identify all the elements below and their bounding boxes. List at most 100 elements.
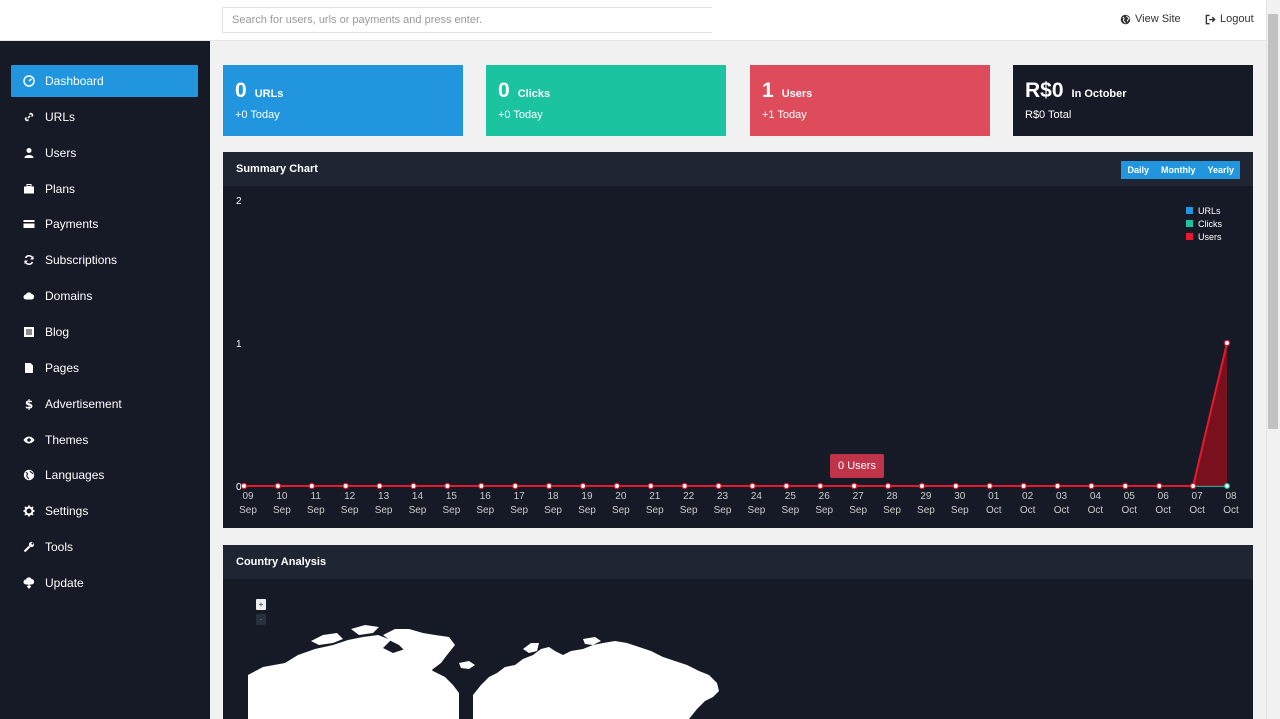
sidebar-item-label: Domains <box>45 289 93 304</box>
sidebar-item-blog[interactable]: Blog <box>11 316 198 348</box>
stat-urls: 0 URLs +0 Today <box>223 65 463 136</box>
world-map[interactable] <box>223 545 1253 719</box>
sidebar-item-dashboard[interactable]: Dashboard <box>11 65 198 97</box>
gear-icon <box>23 505 35 517</box>
data-point-users <box>579 482 587 490</box>
x-tick-day: 08 <box>1225 491 1237 502</box>
briefcase-icon <box>23 183 35 195</box>
x-tick-day: 13 <box>378 491 390 502</box>
x-tick-month: Sep <box>917 505 935 516</box>
x-tick-day: 03 <box>1056 491 1068 502</box>
data-point-users <box>613 482 621 490</box>
summary-chart: 01209Sep10Sep11Sep12Sep13Sep14Sep15Sep16… <box>236 196 1239 516</box>
x-tick-month: Sep <box>544 505 562 516</box>
sidebar-item-tools[interactable]: Tools <box>11 531 198 563</box>
legend-swatch-urls <box>1186 207 1193 214</box>
sidebar-item-label: Blog <box>45 324 70 339</box>
data-point-users <box>410 482 417 490</box>
dollar-icon: $ <box>23 398 35 410</box>
stat-sub: +0 Today <box>235 109 280 121</box>
summary-chart-panel: Summary Chart Daily Monthly Yearly 0 1 2 09… <box>223 152 1253 528</box>
x-tick-day: 04 <box>1090 491 1102 502</box>
sidebar-item-payments[interactable]: Payments <box>11 208 198 240</box>
data-point-users <box>1122 482 1129 490</box>
x-tick-day: 05 <box>1124 491 1136 502</box>
x-tick-day: 14 <box>412 491 424 502</box>
data-point-users <box>342 482 349 490</box>
x-tick-month: Oct <box>1223 505 1239 516</box>
sidebar-item-domains[interactable]: Domains <box>11 280 198 312</box>
data-point-clicks-last <box>1223 483 1230 490</box>
view-site-label: View Site <box>1135 13 1181 25</box>
sidebar-item-urls[interactable]: URLs <box>11 101 198 133</box>
sidebar-item-languages[interactable]: Languages <box>11 459 198 491</box>
summary-chart-header: Summary Chart Daily Monthly Yearly <box>223 152 1253 186</box>
daily-button[interactable]: Daily <box>1121 161 1155 179</box>
data-point-users <box>783 482 790 490</box>
stat-value: 0 <box>498 79 510 102</box>
sidebar-item-pages[interactable]: Pages <box>11 352 198 384</box>
x-tick-day: 10 <box>276 491 288 502</box>
sidebar-item-label: Tools <box>45 540 74 555</box>
country-analysis-panel: Country Analysis + - <box>223 545 1253 719</box>
sidebar-item-update[interactable]: Update <box>11 567 198 599</box>
search-input[interactable] <box>222 7 712 33</box>
data-point-users <box>274 482 282 490</box>
x-tick-month: Sep <box>273 505 291 516</box>
sidebar-item-label: Advertisement <box>45 396 122 411</box>
legend-label-clicks: Clicks <box>1198 219 1222 229</box>
x-tick-month: Oct <box>1020 505 1036 516</box>
stat-sub: +0 Today <box>498 109 543 121</box>
x-tick-month: Sep <box>578 505 596 516</box>
stat-revenue: R$0 In October R$0 Total <box>1013 65 1253 136</box>
sidebar-item-subscriptions[interactable]: Subscriptions <box>11 244 198 276</box>
sidebar-item-label: Languages <box>45 468 105 483</box>
data-point-users <box>240 482 248 490</box>
stat-value: 1 <box>762 79 774 102</box>
x-tick-month: Sep <box>307 505 325 516</box>
link-icon <box>23 111 35 123</box>
list-icon <box>23 326 35 338</box>
data-point-users <box>817 482 824 490</box>
yearly-button[interactable]: Yearly <box>1201 161 1240 179</box>
sidebar: Dashboard URLs Users Plans Payments Subscript… <box>0 41 210 719</box>
user-icon <box>23 147 35 159</box>
view-site-link[interactable]: View Site <box>1120 13 1181 25</box>
file-icon <box>23 362 35 374</box>
data-point-users <box>511 482 519 490</box>
sidebar-item-users[interactable]: Users <box>11 137 198 169</box>
stat-sub: +1 Today <box>762 109 807 121</box>
series-line-users <box>244 342 1228 487</box>
stat-label: URLs <box>254 88 284 100</box>
x-tick-month: Oct <box>1155 505 1171 516</box>
sidebar-item-advertisement[interactable]: $ Advertisement <box>11 388 198 420</box>
globe-icon <box>1120 14 1131 25</box>
y-tick-label: 2 <box>236 196 242 207</box>
sidebar-item-label: Dashboard <box>45 74 104 88</box>
x-tick-day: 07 <box>1192 491 1204 502</box>
legend-swatch-clicks <box>1186 220 1193 227</box>
logout-label: Logout <box>1220 13 1254 25</box>
x-tick-day: 01 <box>988 491 1000 502</box>
data-point-users <box>1223 339 1231 347</box>
data-point-users <box>444 482 451 490</box>
x-tick-day: 29 <box>920 491 932 502</box>
data-point-users <box>545 482 553 490</box>
logout-link[interactable]: Logout <box>1205 13 1254 25</box>
legend-swatch-users <box>1186 233 1193 240</box>
x-tick-month: Sep <box>646 505 664 516</box>
data-point-users <box>478 482 485 490</box>
scrollbar-thumb[interactable] <box>1268 14 1278 429</box>
data-point-users <box>850 482 858 490</box>
sidebar-item-settings[interactable]: Settings <box>11 495 198 527</box>
data-point-users <box>1088 482 1095 490</box>
panel-title: Summary Chart <box>236 163 318 175</box>
x-tick-month: Sep <box>815 505 833 516</box>
eye-icon <box>23 434 35 446</box>
sidebar-item-plans[interactable]: Plans <box>11 173 198 205</box>
sidebar-item-themes[interactable]: Themes <box>11 424 198 456</box>
x-tick-day: 21 <box>649 491 661 502</box>
x-tick-month: Sep <box>239 505 257 516</box>
monthly-button[interactable]: Monthly <box>1155 161 1202 179</box>
x-tick-day: 17 <box>514 491 526 502</box>
